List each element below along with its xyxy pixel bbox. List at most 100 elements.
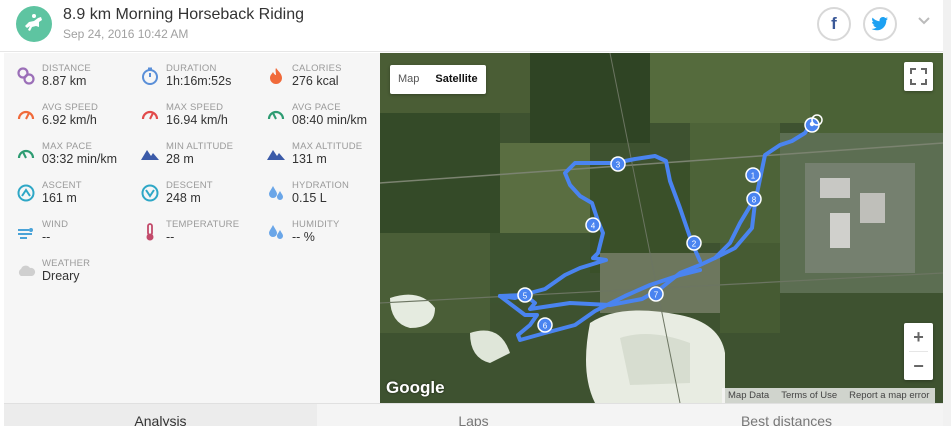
pace-icon bbox=[266, 105, 286, 125]
stat-label: CALORIES bbox=[292, 63, 342, 74]
ascent-icon bbox=[16, 183, 36, 203]
twitter-share-button[interactable] bbox=[863, 7, 897, 41]
stat-value: 0.15 L bbox=[292, 191, 327, 205]
svg-text:3: 3 bbox=[616, 161, 621, 170]
distance-icon bbox=[16, 66, 36, 86]
tab-best-distances[interactable]: Best distances bbox=[630, 404, 943, 426]
pace-icon bbox=[16, 144, 36, 164]
map-attribution: Map Data Terms of Use Report a map error bbox=[722, 388, 936, 403]
route-marker[interactable]: 2 bbox=[686, 235, 702, 251]
route-markers: 1 2 3 4 5 6 7 8 bbox=[517, 114, 823, 333]
stat-max-speed: MAX SPEED 16.94 km/h bbox=[140, 102, 265, 136]
tab-analysis[interactable]: Analysis bbox=[4, 404, 317, 426]
stat-label: ASCENT bbox=[42, 180, 82, 191]
stat-label: TEMPERATURE bbox=[166, 219, 240, 230]
stat-value: 16.94 km/h bbox=[166, 113, 228, 127]
stat-label: MAX PACE bbox=[42, 141, 92, 152]
stat-value: 161 m bbox=[42, 191, 77, 205]
stat-label: MAX SPEED bbox=[166, 102, 224, 113]
mountain-icon bbox=[140, 144, 160, 164]
stat-value: 248 m bbox=[166, 191, 201, 205]
stat-value: -- % bbox=[292, 230, 315, 244]
tab-laps[interactable]: Laps bbox=[317, 404, 630, 426]
stat-label: MAX ALTITUDE bbox=[292, 141, 363, 152]
route-marker[interactable]: 4 bbox=[585, 217, 601, 233]
drops-icon bbox=[266, 183, 286, 203]
route-marker[interactable]: 1 bbox=[745, 167, 761, 183]
stats-panel: DISTANCE 8.87 km DURATION 1h:16m:52s CALORIE… bbox=[4, 53, 380, 403]
stat-min-altitude: MIN ALTITUDE 28 m bbox=[140, 141, 265, 175]
stat-value: 03:32 min/km bbox=[42, 152, 118, 166]
route-marker[interactable]: 7 bbox=[648, 286, 664, 302]
activity-header: 8.9 km Morning Horseback Riding Sep 24, … bbox=[0, 0, 943, 52]
stat-distance: DISTANCE 8.87 km bbox=[16, 63, 141, 97]
stat-max-pace: MAX PACE 03:32 min/km bbox=[16, 141, 141, 175]
fullscreen-icon bbox=[910, 68, 927, 85]
map-data-link[interactable]: Map Data bbox=[722, 388, 775, 403]
map-type-satellite[interactable]: Satellite bbox=[427, 65, 485, 94]
google-logo: Google bbox=[386, 378, 445, 397]
stat-hydration: HYDRATION 0.15 L bbox=[266, 180, 391, 214]
wind-icon bbox=[16, 222, 36, 242]
route-marker[interactable]: 8 bbox=[746, 191, 762, 207]
stat-avg-speed: AVG SPEED 6.92 km/h bbox=[16, 102, 141, 136]
svg-text:6: 6 bbox=[543, 322, 548, 331]
thermometer-icon bbox=[140, 222, 160, 242]
stat-value: 131 m bbox=[292, 152, 327, 166]
stat-max-altitude: MAX ALTITUDE 131 m bbox=[266, 141, 391, 175]
start-pin-icon[interactable] bbox=[804, 114, 823, 133]
svg-text:4: 4 bbox=[591, 222, 596, 231]
stat-value: Dreary bbox=[42, 269, 80, 283]
stat-value: -- bbox=[42, 230, 51, 244]
drops-icon bbox=[266, 222, 286, 242]
facebook-share-button[interactable]: f bbox=[817, 7, 851, 41]
route-map[interactable]: 1 2 3 4 5 6 7 8 Map Satellite + − Google… bbox=[380, 53, 943, 403]
report-error-link[interactable]: Report a map error bbox=[843, 388, 935, 403]
stat-label: DESCENT bbox=[166, 180, 213, 191]
fullscreen-button[interactable] bbox=[904, 62, 933, 91]
activity-title: 8.9 km Morning Horseback Riding bbox=[63, 6, 304, 23]
stat-label: DURATION bbox=[166, 63, 217, 74]
mountain-icon bbox=[266, 144, 286, 164]
zoom-out-button[interactable]: − bbox=[904, 352, 933, 380]
cloud-icon bbox=[16, 261, 36, 281]
stat-label: MIN ALTITUDE bbox=[166, 141, 234, 152]
stat-label: HYDRATION bbox=[292, 180, 350, 191]
svg-text:2: 2 bbox=[692, 240, 697, 249]
horseback-riding-icon bbox=[16, 6, 52, 42]
speedometer-icon bbox=[140, 105, 160, 125]
stat-wind: WIND -- bbox=[16, 219, 141, 253]
svg-text:7: 7 bbox=[654, 291, 659, 300]
stat-avg-pace: AVG PACE 08:40 min/km bbox=[266, 102, 391, 136]
map-type-toggle: Map Satellite bbox=[390, 65, 486, 94]
stat-ascent: ASCENT 161 m bbox=[16, 180, 141, 214]
speedometer-icon bbox=[16, 105, 36, 125]
facebook-icon: f bbox=[831, 14, 837, 33]
stat-label: HUMIDITY bbox=[292, 219, 340, 230]
map-type-map[interactable]: Map bbox=[390, 65, 427, 94]
stat-value: 8.87 km bbox=[42, 74, 87, 88]
stopwatch-icon bbox=[140, 66, 160, 86]
stat-label: WIND bbox=[42, 219, 69, 230]
chevron-down-icon[interactable] bbox=[917, 16, 931, 26]
page-scrollbar[interactable] bbox=[943, 0, 951, 426]
stat-value: 276 kcal bbox=[292, 74, 339, 88]
stat-temperature: TEMPERATURE -- bbox=[140, 219, 265, 253]
stat-duration: DURATION 1h:16m:52s bbox=[140, 63, 265, 97]
stat-value: 28 m bbox=[166, 152, 194, 166]
zoom-in-button[interactable]: + bbox=[904, 323, 933, 351]
stat-label: WEATHER bbox=[42, 258, 91, 269]
svg-text:8: 8 bbox=[752, 196, 757, 205]
stat-label: AVG PACE bbox=[292, 102, 341, 113]
terms-link[interactable]: Terms of Use bbox=[775, 388, 843, 403]
activity-date: Sep 24, 2016 10:42 AM bbox=[63, 27, 189, 41]
svg-text:5: 5 bbox=[523, 292, 528, 301]
route-marker[interactable]: 3 bbox=[610, 156, 626, 172]
stat-value: 6.92 km/h bbox=[42, 113, 97, 127]
stat-calories: CALORIES 276 kcal bbox=[266, 63, 391, 97]
route-marker[interactable]: 6 bbox=[537, 317, 553, 333]
stat-value: 1h:16m:52s bbox=[166, 74, 232, 88]
route-marker[interactable]: 5 bbox=[517, 287, 533, 303]
zoom-controls: + − bbox=[904, 323, 933, 380]
stat-value: 08:40 min/km bbox=[292, 113, 368, 127]
